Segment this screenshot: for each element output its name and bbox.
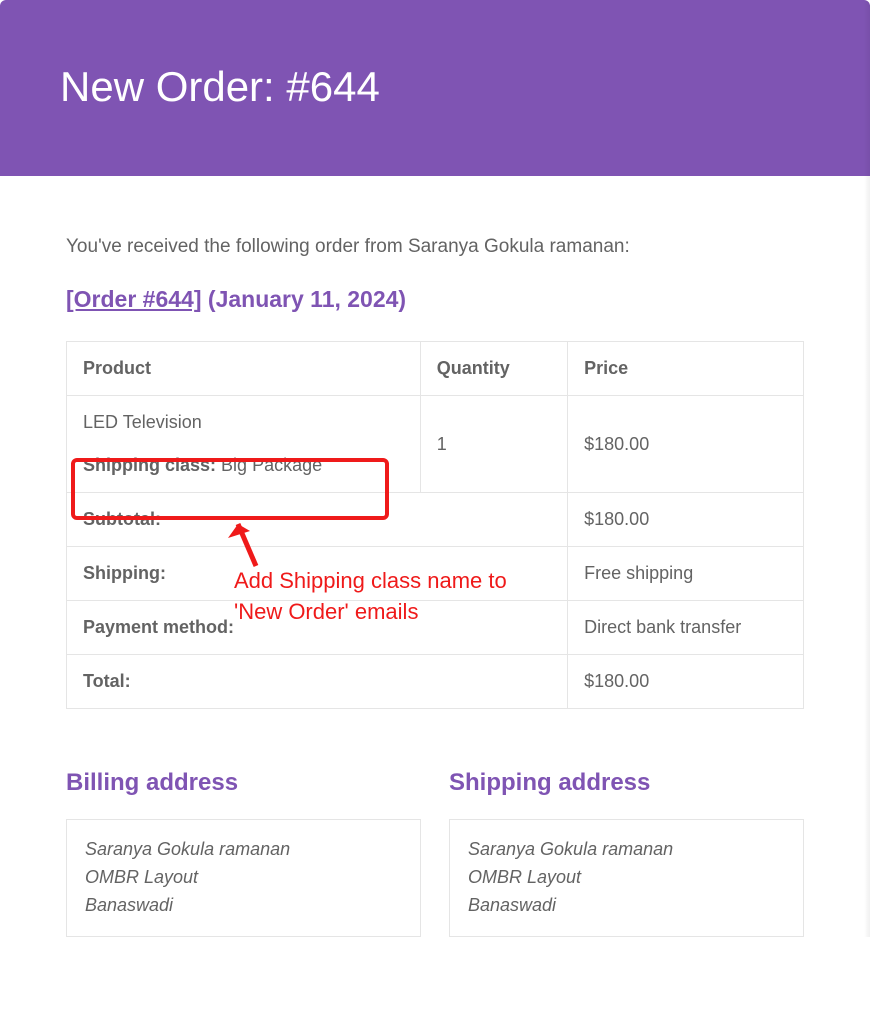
order-heading: [Order #644] (January 11, 2024) [66, 286, 804, 313]
payment-label: Payment method: [67, 601, 568, 655]
total-label: Total: [67, 655, 568, 709]
order-table: Product Quantity Price LED Television Sh… [66, 341, 804, 709]
order-date: (January 11, 2024) [208, 286, 406, 312]
billing-line2: OMBR Layout [85, 864, 402, 892]
payment-row: Payment method: Direct bank transfer [67, 601, 804, 655]
shipping-class-label: Shipping class: [83, 455, 216, 475]
payment-value: Direct bank transfer [568, 601, 804, 655]
shipping-class-value: Big Package [221, 455, 322, 475]
subtotal-row: Subtotal: $180.00 [67, 493, 804, 547]
subtotal-value: $180.00 [568, 493, 804, 547]
shipping-column: Shipping address Saranya Gokula ramanan … [449, 769, 804, 937]
email-title: New Order: #644 [60, 63, 380, 111]
email-card: New Order: #644 You've received the foll… [0, 0, 870, 937]
intro-text: You've received the following order from… [66, 236, 804, 258]
table-row: LED Television Shipping class: Big Packa… [67, 396, 804, 493]
quantity-cell: 1 [420, 396, 567, 493]
price-cell: $180.00 [568, 396, 804, 493]
order-link[interactable]: [Order #644] [66, 286, 202, 312]
table-header-row: Product Quantity Price [67, 342, 804, 396]
shipping-class-row: Shipping class: Big Package [83, 455, 404, 476]
subtotal-label: Subtotal: [67, 493, 568, 547]
shipping-line3: Banaswadi [468, 892, 785, 920]
shipping-row: Shipping: Free shipping [67, 547, 804, 601]
table-wrapper: Product Quantity Price LED Television Sh… [66, 341, 804, 709]
email-body: You've received the following order from… [0, 176, 870, 937]
col-price: Price [568, 342, 804, 396]
product-cell: LED Television Shipping class: Big Packa… [67, 396, 421, 493]
shipping-label: Shipping: [67, 547, 568, 601]
col-quantity: Quantity [420, 342, 567, 396]
billing-line1: Saranya Gokula ramanan [85, 836, 402, 864]
email-header: New Order: #644 [0, 0, 870, 176]
addresses: Billing address Saranya Gokula ramanan O… [66, 769, 804, 937]
shipping-line2: OMBR Layout [468, 864, 785, 892]
shipping-heading: Shipping address [449, 769, 804, 797]
scroll-shadow [864, 0, 870, 937]
total-row: Total: $180.00 [67, 655, 804, 709]
billing-box: Saranya Gokula ramanan OMBR Layout Banas… [66, 819, 421, 937]
billing-line3: Banaswadi [85, 892, 402, 920]
billing-heading: Billing address [66, 769, 421, 797]
billing-column: Billing address Saranya Gokula ramanan O… [66, 769, 421, 937]
col-product: Product [67, 342, 421, 396]
shipping-value: Free shipping [568, 547, 804, 601]
shipping-box: Saranya Gokula ramanan OMBR Layout Banas… [449, 819, 804, 937]
product-name: LED Television [83, 412, 404, 433]
shipping-line1: Saranya Gokula ramanan [468, 836, 785, 864]
total-value: $180.00 [568, 655, 804, 709]
